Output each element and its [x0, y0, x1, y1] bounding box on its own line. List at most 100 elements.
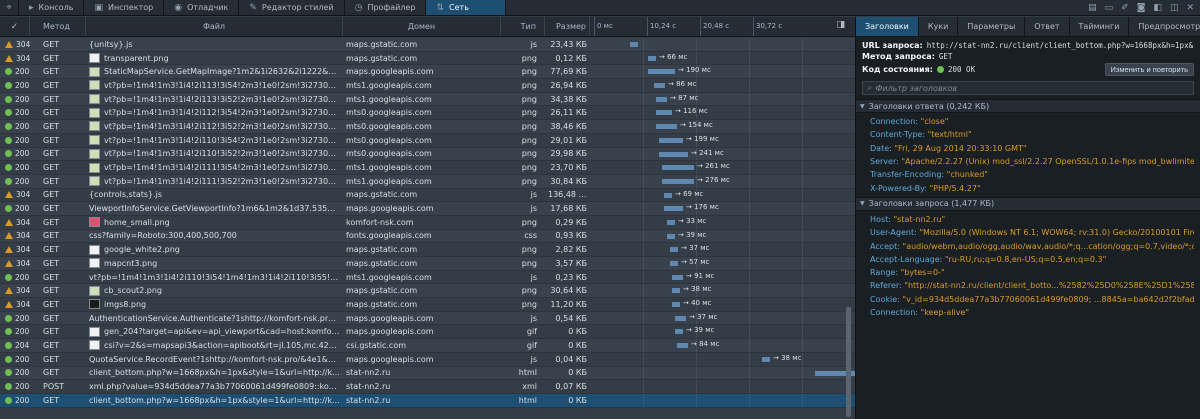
method-cell: GET: [43, 368, 60, 378]
tab-profiler[interactable]: ◷ Профайлер: [345, 0, 427, 15]
table-row[interactable]: 200 GET vt?pb=!1m4!1m3!1i4!2i112!3i52!2m3!…: [0, 120, 855, 134]
tab-style-editor[interactable]: ✎ Редактор стилей: [239, 0, 345, 15]
header-row[interactable]: Referer: "http://stat-nn2.ru/client/clie…: [862, 279, 1194, 292]
request-method-label: Метод запроса:: [862, 52, 935, 61]
table-row[interactable]: 304 GET home_small.png komfort-nsk.com png 0,…: [0, 215, 855, 230]
status-ok-icon: [5, 68, 12, 76]
table-row[interactable]: 200 GET AuthenticationService.Authenticate…: [0, 311, 855, 326]
table-row[interactable]: 200 GET ViewportInfoService.GetViewportInf…: [0, 202, 855, 216]
header-row[interactable]: Connection: "keep-alive": [862, 306, 1194, 319]
tab-params[interactable]: Параметры: [958, 17, 1026, 36]
table-row[interactable]: 200 GET vt?pb=!1m4!1m3!1i4!2i111!3i52!2m3!…: [0, 174, 855, 189]
file-name: mapcnt3.png: [104, 258, 158, 268]
header-row[interactable]: Server: "Apache/2.2.27 (Unix) mod_ssl/2.…: [862, 155, 1194, 168]
tab-console[interactable]: ▸ Консоль: [19, 0, 85, 15]
table-row[interactable]: 200 GET client_bottom.php?w=1668px&h=1px&s…: [0, 393, 855, 408]
headers-filter-input[interactable]: ⌕ Фильтр заголовков: [862, 81, 1194, 95]
table-row[interactable]: 304 GET {unitsy}.js maps.gstatic.com js 23,43…: [0, 38, 855, 52]
tab-headers[interactable]: Заголовки: [856, 17, 919, 36]
table-row[interactable]: 200 GET client_bottom.php?w=1668px&h=1px&s…: [0, 366, 855, 381]
table-row[interactable]: 200 POST xml.php?value=934d5ddea77a3b77060…: [0, 380, 855, 394]
table-row[interactable]: 200 GET gen_204?target=api&ev=api_viewport…: [0, 325, 855, 340]
column-type[interactable]: Тип: [501, 17, 545, 36]
image-thumbnail-icon: [89, 258, 100, 269]
domain-cell: maps.gstatic.com: [346, 190, 418, 200]
header-row[interactable]: Date: "Fri, 29 Aug 2014 20:33:10 GMT": [862, 142, 1194, 155]
header-row[interactable]: Content-Type: "text/html": [862, 128, 1194, 141]
table-row[interactable]: 200 GET vt?pb=!1m4!1m3!1i4!2i110!3i54!1m4!…: [0, 270, 855, 285]
timing-bar: [656, 96, 667, 102]
tab-preview[interactable]: Предпросмотр: [1129, 17, 1200, 36]
table-row[interactable]: 304 GET mapcnt3.png maps.gstatic.com png 3,57…: [0, 257, 855, 271]
response-headers-section[interactable]: ▼ Заголовки ответа (0,242 КБ): [856, 99, 1200, 113]
table-row[interactable]: 304 GET {controls,stats}.js maps.gstatic.co…: [0, 188, 855, 203]
table-row[interactable]: 304 GET imgs8.png maps.gstatic.com png 11,20 …: [0, 298, 855, 312]
edit-and-resend-button[interactable]: Изменить и повторить: [1104, 63, 1194, 76]
network-icon: ⇅: [436, 2, 445, 13]
table-header: ✓ Метод Файл Домен Тип Размер ◨ 0 мс 10,2…: [0, 17, 855, 37]
column-timeline[interactable]: ◨ 0 мс 10,24 с 20,48 с 30,72 с: [590, 17, 855, 36]
scratchpad-icon[interactable]: ✐: [1121, 3, 1129, 13]
table-row[interactable]: 200 GET vt?pb=!1m4!1m3!1i4!2i113!3i52!2m3!…: [0, 92, 855, 107]
table-row[interactable]: 304 GET google_white2.png maps.gstatic.com p…: [0, 243, 855, 257]
type-cell: png: [521, 67, 537, 77]
table-row[interactable]: 200 GET vt?pb=!1m4!1m3!1i4!2i113!3i54!2m3!…: [0, 79, 855, 93]
header-value: "close": [920, 117, 949, 127]
column-method[interactable]: Метод: [30, 17, 86, 36]
status-cell: 200: [0, 149, 30, 158]
column-file[interactable]: Файл: [86, 17, 343, 36]
method-cell: GET: [43, 39, 60, 49]
timing-label: → 37 мс: [689, 312, 718, 321]
tab-response[interactable]: Ответ: [1025, 17, 1070, 36]
screenshot-icon[interactable]: ◙: [1137, 3, 1146, 13]
tab-debugger[interactable]: ◉ Отладчик: [164, 0, 240, 15]
file-name: StaticMapService.GetMapImage?1m2&1i2632&…: [104, 67, 340, 77]
header-row[interactable]: Accept: "audio/webm,audio/ogg,audio/wav,…: [862, 239, 1194, 252]
column-domain[interactable]: Домен: [343, 17, 501, 36]
close-icon[interactable]: ✕: [1186, 3, 1194, 13]
header-row[interactable]: X-Powered-By: "PHP/5.4.27": [862, 181, 1194, 194]
type-cell: png: [521, 149, 537, 159]
header-row[interactable]: Host: "stat-nn2.ru": [862, 213, 1194, 226]
file-cell: {controls,stats}.js: [86, 190, 343, 199]
table-row[interactable]: 200 GET vt?pb=!1m4!1m3!1i4!2i110!3i52!2m3!…: [0, 147, 855, 162]
table-row[interactable]: 204 GET csi?v=2&s=mapsapi3&action=apiboot&…: [0, 339, 855, 353]
tab-cookies[interactable]: Куки: [919, 17, 959, 36]
header-row[interactable]: Transfer-Encoding: "chunked": [862, 168, 1194, 181]
image-thumbnail-icon: [89, 217, 100, 228]
header-row[interactable]: Range: "bytes=0-": [862, 266, 1194, 279]
pick-element-icon[interactable]: ⌖: [0, 0, 19, 15]
toggle-sidebar-icon[interactable]: ◨: [836, 20, 845, 30]
tab-network[interactable]: ⇅ Сеть: [426, 0, 507, 15]
table-row[interactable]: 304 GET cb_scout2.png maps.gstatic.com png 30…: [0, 284, 855, 299]
image-thumbnail-icon: [89, 135, 100, 146]
request-headers-section[interactable]: ▼ Заголовки запроса (1,477 КБ): [856, 196, 1200, 211]
table-row[interactable]: 200 GET QuotaService.RecordEvent?1shttp://…: [0, 352, 855, 367]
table-row[interactable]: 200 GET vt?pb=!1m4!1m3!1i4!2i112!3i54!2m3!…: [0, 106, 855, 121]
split-console-icon[interactable]: ▤: [1088, 3, 1097, 13]
waterfall-cell: → 39 мс: [590, 325, 855, 339]
tab-inspector[interactable]: ▣ Инспектор: [84, 0, 165, 15]
header-row[interactable]: Connection: "close": [862, 115, 1194, 128]
table-row[interactable]: 200 GET StaticMapService.GetMapImage?1m2&1…: [0, 65, 855, 80]
scrollbar[interactable]: [846, 307, 851, 417]
table-row[interactable]: 304 GET css?family=Roboto:300,400,500,700 f…: [0, 229, 855, 244]
dock-side-icon[interactable]: ◧: [1153, 3, 1162, 13]
header-value: "audio/webm,audio/ogg,audio/wav,audio/*;…: [902, 241, 1194, 251]
table-row[interactable]: 304 GET transparent.png maps.gstatic.com png…: [0, 51, 855, 66]
undock-icon[interactable]: ◫: [1170, 3, 1179, 13]
type-cell: js: [530, 272, 537, 282]
responsive-design-icon[interactable]: ▭: [1105, 3, 1114, 13]
status-cell: 200: [0, 108, 30, 117]
file-name: home_small.png: [104, 217, 170, 227]
header-row[interactable]: User-Agent: "Mozilla/5.0 (Windows NT 6.1…: [862, 226, 1194, 239]
tab-timings[interactable]: Тайминги: [1070, 17, 1130, 36]
column-status[interactable]: ✓: [0, 17, 30, 36]
type-cell: gif: [526, 340, 537, 350]
header-row[interactable]: Accept-Language: "ru-RU,ru;q=0.8,en-US;q…: [862, 253, 1194, 266]
image-thumbnail-icon: [89, 107, 100, 118]
table-row[interactable]: 200 GET vt?pb=!1m4!1m3!1i4!2i110!3i54!2m3!…: [0, 133, 855, 148]
column-size[interactable]: Размер: [545, 17, 590, 36]
table-row[interactable]: 200 GET vt?pb=!1m4!1m3!1i4!2i111!3i54!2m3!…: [0, 161, 855, 175]
header-row[interactable]: Cookie: "v_id=934d5ddea77a3b77060061d499…: [862, 293, 1194, 306]
